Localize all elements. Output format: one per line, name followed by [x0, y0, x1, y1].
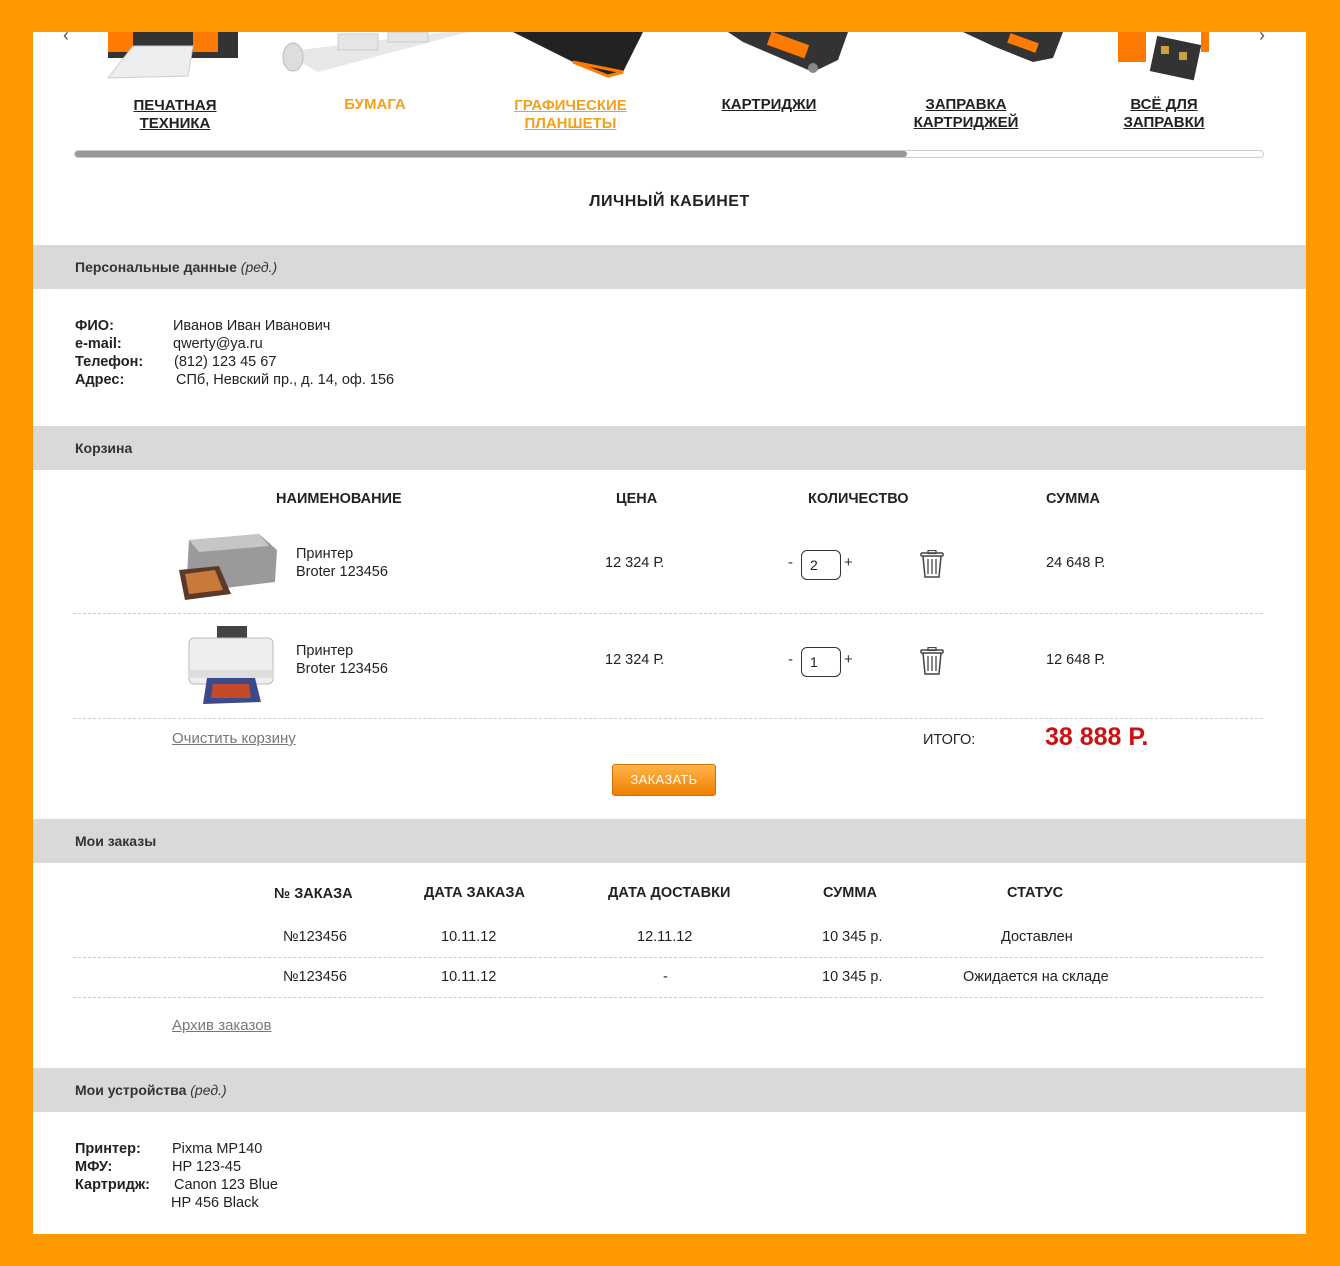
order-sum: 10 345 р.	[822, 969, 883, 985]
qty-input[interactable]: 2	[801, 550, 841, 580]
orders-header-delivery: ДАТА ДОСТАВКИ	[608, 885, 731, 901]
order-date: 10.11.12	[441, 929, 497, 945]
page: ‹ › ПЕЧАТНАЯ ТЕХНИКА БУМАГА ГРАФИЧЕСКИЕ …	[33, 32, 1306, 1234]
orders-header-date: ДАТА ЗАКАЗА	[424, 885, 525, 901]
trash-icon[interactable]	[920, 550, 944, 578]
personal-edit-link[interactable]: (ред.)	[241, 259, 277, 275]
cart-header-name: НАИМЕНОВАНИЕ	[276, 491, 402, 507]
clear-cart-link[interactable]: Очистить корзину	[172, 730, 296, 747]
order-delivery-date: 12.11.12	[637, 929, 693, 945]
cartridge-refill-image[interactable]	[953, 32, 1063, 68]
field-value-phone: (812) 123 45 67	[174, 354, 277, 370]
cart-header-qty: КОЛИЧЕСТВО	[808, 491, 909, 507]
devices-edit-link[interactable]: (ред.)	[190, 1082, 226, 1098]
personal-section-title: Персональные данные	[75, 259, 237, 275]
cart-item-price: 12 324 Р.	[605, 555, 665, 571]
order-number[interactable]: №123456	[283, 929, 347, 945]
row-divider	[73, 718, 1263, 719]
field-label-phone: Телефон:	[75, 354, 144, 370]
qty-decrease-button[interactable]: -	[788, 651, 793, 668]
total-value: 38 888 Р.	[1045, 723, 1149, 751]
category-cartridges-link[interactable]: КАРТРИДЖИ	[709, 96, 829, 114]
orders-archive-link[interactable]: Архив заказов	[172, 1017, 272, 1034]
field-value-address: СПб, Невский пр., д. 14, оф. 156	[176, 372, 395, 388]
device-value-mfu: HP 123-45	[172, 1159, 242, 1175]
order-status: Доставлен	[1001, 929, 1073, 945]
cart-item-name-line2: Broter 123456	[296, 564, 388, 580]
row-divider	[73, 997, 1263, 998]
orders-section-title: Мои заказы	[75, 833, 157, 849]
row-divider	[73, 957, 1263, 958]
product-image[interactable]	[183, 626, 279, 706]
orders-header-sum: СУММА	[823, 885, 877, 901]
order-delivery-date: -	[663, 969, 668, 985]
carousel-prev-icon[interactable]: ‹	[63, 32, 77, 44]
qty-increase-button[interactable]: +	[844, 651, 853, 668]
order-button[interactable]: ЗАКАЗАТЬ	[612, 764, 716, 796]
cart-item-name-line2: Broter 123456	[296, 661, 388, 677]
category-printing-link[interactable]: ПЕЧАТНАЯ ТЕХНИКА	[115, 97, 235, 133]
field-label-email: e-mail:	[75, 336, 122, 352]
category-paper-link[interactable]: БУМАГА	[315, 96, 435, 114]
printer-image[interactable]	[98, 32, 248, 80]
personal-section-header: Персональные данные (ред.)	[33, 245, 1306, 289]
cart-header-price: ЦЕНА	[616, 491, 658, 507]
row-divider	[73, 613, 1263, 614]
orders-section-header: Мои заказы	[33, 819, 1306, 863]
total-label: ИТОГО:	[923, 732, 976, 748]
devices-section-title: Мои устройства	[75, 1082, 187, 1098]
product-image[interactable]	[179, 530, 279, 602]
paper-roll-image[interactable]	[278, 32, 468, 82]
category-tablets-link[interactable]: ГРАФИЧЕСКИЕ ПЛАНШЕТЫ	[498, 97, 643, 133]
cart-item-price: 12 324 Р.	[605, 652, 665, 668]
device-value-printer: Pixma MP140	[172, 1141, 263, 1157]
devices-section-header: Мои устройства (ред.)	[33, 1068, 1306, 1112]
cart-item-name-line1: Принтер	[296, 643, 354, 659]
device-label-cartridge: Картридж:	[75, 1177, 150, 1193]
trash-icon[interactable]	[920, 647, 944, 675]
cart-item-sum: 12 648 Р.	[1046, 652, 1106, 668]
device-value-cartridge-2: HP 456 Black	[171, 1195, 259, 1211]
page-title: ЛИЧНЫЙ КАБИНЕТ	[589, 193, 750, 210]
carousel-scrollbar[interactable]	[74, 150, 1264, 158]
cart-header-sum: СУММА	[1046, 491, 1100, 507]
cart-section-title: Корзина	[75, 440, 133, 456]
order-date: 10.11.12	[441, 969, 497, 985]
qty-decrease-button[interactable]: -	[788, 554, 793, 571]
qty-input[interactable]: 1	[801, 647, 841, 677]
field-value-fio: Иванов Иван Иванович	[173, 318, 331, 334]
orders-header-status: СТАТУС	[1007, 885, 1064, 901]
order-number[interactable]: №123456	[283, 969, 347, 985]
qty-increase-button[interactable]: +	[844, 554, 853, 571]
order-sum: 10 345 р.	[822, 929, 883, 945]
category-refill-supplies-link[interactable]: ВСЁ ДЛЯ ЗАПРАВКИ	[1109, 96, 1219, 132]
carousel-scroll-thumb[interactable]	[75, 151, 907, 157]
device-label-mfu: МФУ:	[75, 1159, 113, 1175]
field-label-address: Адрес:	[75, 372, 125, 388]
field-value-email: qwerty@ya.ru	[173, 336, 263, 352]
order-status: Ожидается на складе	[963, 969, 1109, 985]
refill-kit-image[interactable]	[1113, 32, 1223, 92]
field-label-fio: ФИО:	[75, 318, 114, 334]
orders-header-number: № ЗАКАЗА	[274, 886, 353, 902]
carousel-next-icon[interactable]: ›	[1259, 32, 1273, 44]
category-refill-link[interactable]: ЗАПРАВКА КАРТРИДЖЕЙ	[901, 96, 1031, 132]
cart-item-sum: 24 648 Р.	[1046, 555, 1106, 571]
cartridge-image[interactable]	[723, 32, 853, 78]
cart-section-header: Корзина	[33, 426, 1306, 470]
device-label-printer: Принтер:	[75, 1141, 141, 1157]
cart-item-name-line1: Принтер	[296, 546, 354, 562]
tablet-image[interactable]	[513, 32, 643, 78]
device-value-cartridge: Canon 123 Blue	[174, 1177, 278, 1193]
